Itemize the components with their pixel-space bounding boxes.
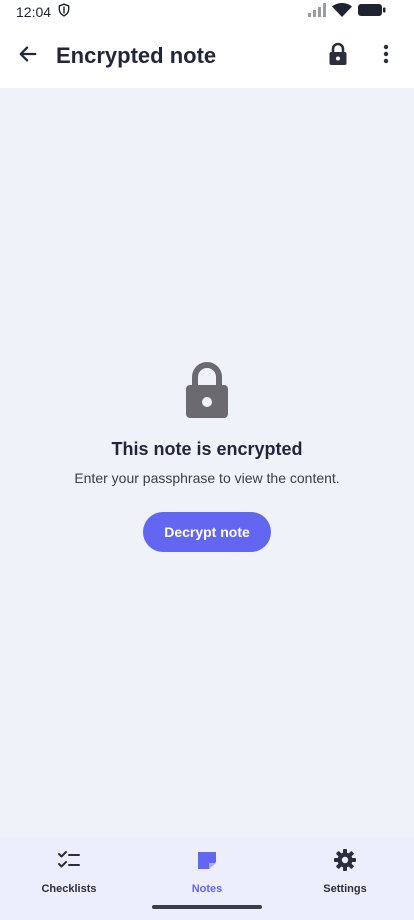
status-left: 12:04 (16, 2, 71, 22)
nav-label-checklists: Checklists (41, 883, 97, 895)
nav-label-notes: Notes (191, 883, 223, 895)
nav-item-checklists[interactable]: Checklists (9, 848, 129, 895)
lock-icon (328, 42, 348, 71)
encrypted-state: This note is encrypted Enter your passph… (0, 360, 414, 552)
home-indicator[interactable] (152, 905, 262, 909)
checklist-icon (57, 848, 81, 877)
back-button[interactable] (4, 32, 52, 80)
signal-icon (308, 2, 326, 22)
note-icon (195, 848, 219, 877)
encrypted-title: This note is encrypted (111, 439, 303, 459)
shield-icon (57, 2, 71, 22)
nav-label-settings: Settings (323, 883, 367, 895)
status-time: 12:04 (16, 4, 52, 20)
back-arrow-icon (17, 43, 39, 70)
lock-icon (183, 360, 231, 425)
nav-item-notes[interactable]: Notes (147, 848, 267, 895)
app-bar: Encrypted note (0, 24, 414, 88)
wifi-icon (332, 2, 352, 22)
encrypted-subtitle: Enter your passphrase to view the conten… (74, 470, 340, 486)
nav-item-settings[interactable]: Settings (285, 848, 405, 895)
battery-icon (358, 3, 386, 22)
status-right (308, 2, 386, 22)
more-options-button[interactable] (362, 32, 410, 80)
page-title: Encrypted note (56, 43, 217, 68)
more-vert-icon (383, 44, 389, 69)
gear-icon (333, 848, 357, 877)
status-bar: 12:04 (0, 0, 414, 24)
lock-button[interactable] (314, 32, 362, 80)
decrypt-note-button[interactable]: Decrypt note (143, 512, 271, 552)
